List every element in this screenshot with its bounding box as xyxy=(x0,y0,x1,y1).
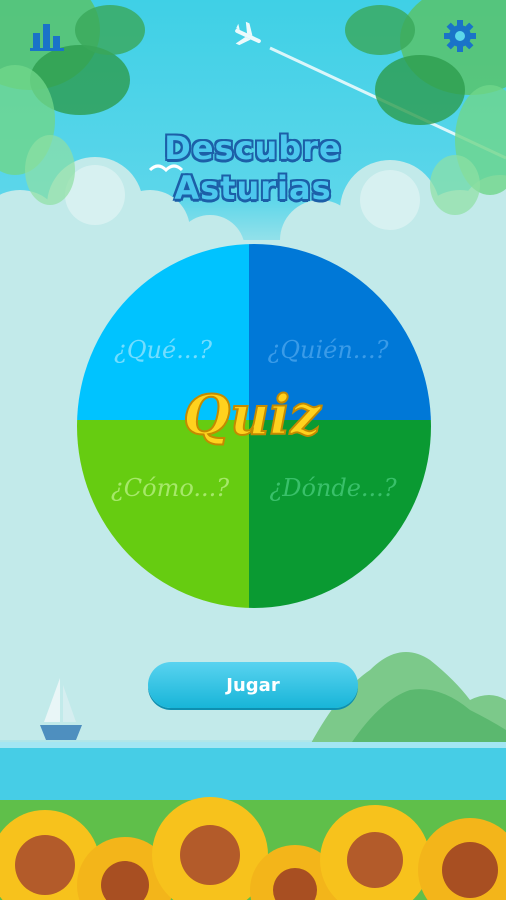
bar-chart-icon xyxy=(30,24,64,51)
label-como: ¿Cómo...? xyxy=(111,474,229,502)
quadrant-como xyxy=(77,420,249,608)
quadrant-donde xyxy=(249,420,431,608)
airplane-icon xyxy=(235,21,261,46)
label-quien: ¿Quién...? xyxy=(267,336,388,364)
title-line-1: Descubre xyxy=(164,129,342,167)
sunflowers xyxy=(0,797,506,900)
app-screen: Descubre Asturias ¿Qué...? ¿Quién...? ¿C… xyxy=(0,0,506,900)
gear-icon xyxy=(444,20,476,52)
quiz-wheel[interactable]: ¿Qué...? ¿Quién...? ¿Cómo...? ¿Dónde...?… xyxy=(77,244,431,608)
label-donde: ¿Dónde...? xyxy=(269,474,396,502)
play-button[interactable]: Jugar xyxy=(148,662,358,708)
quiz-center-label: Quiz xyxy=(183,383,322,447)
app-title: Descubre Asturias xyxy=(0,128,506,208)
title-line-2: Asturias xyxy=(174,169,332,207)
stats-button[interactable] xyxy=(27,16,67,56)
settings-button[interactable] xyxy=(440,16,480,56)
label-que: ¿Qué...? xyxy=(114,336,212,364)
